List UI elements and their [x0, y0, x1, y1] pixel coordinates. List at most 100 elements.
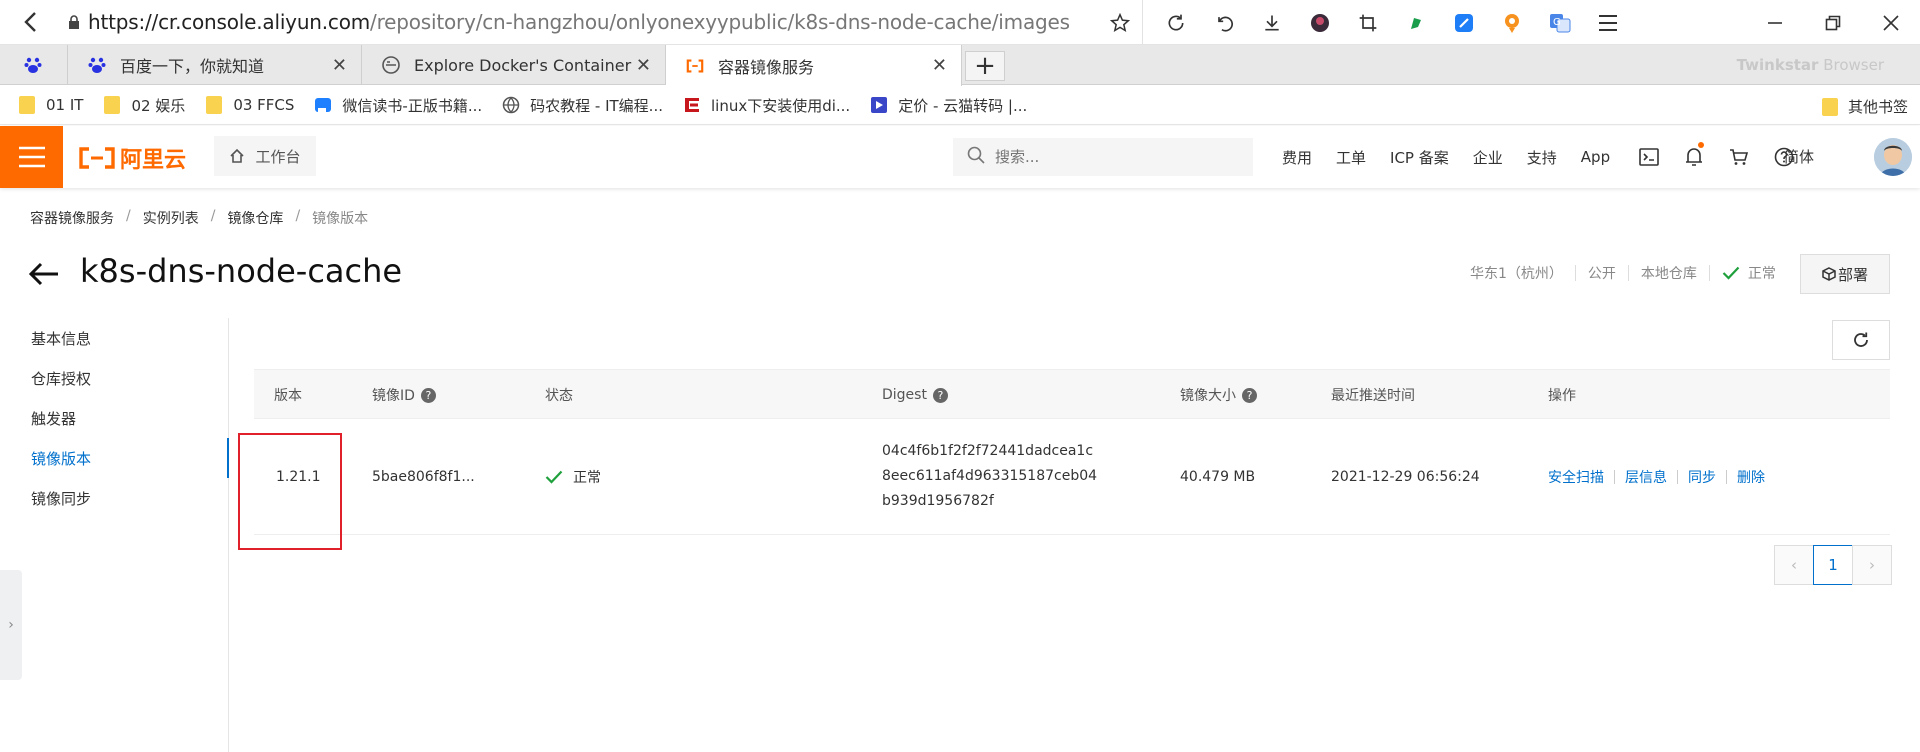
- breadcrumb-item[interactable]: 镜像仓库: [227, 208, 283, 228]
- close-tab-icon[interactable]: ✕: [636, 55, 651, 76]
- deploy-label: 部署: [1837, 265, 1868, 284]
- tab-docker[interactable]: Explore Docker's Container I ✕: [362, 45, 666, 85]
- bookmark-item[interactable]: 码农教程 - IT编程...: [502, 95, 663, 116]
- bookmark-label: 03 FFCS: [233, 96, 295, 114]
- star-icon[interactable]: [1105, 8, 1135, 38]
- close-tab-icon[interactable]: ✕: [332, 55, 347, 76]
- header-label: Digest: [882, 387, 927, 403]
- cell-pushed: 2021-12-29 06:56:24: [1331, 469, 1480, 485]
- bookmark-item[interactable]: 定价 - 云猫转码 |...: [870, 95, 1027, 116]
- hamburger-menu-button[interactable]: [0, 126, 63, 188]
- minimize-icon[interactable]: [1746, 0, 1804, 45]
- globe-icon: [502, 96, 520, 114]
- breadcrumb-item[interactable]: 容器镜像服务: [30, 208, 114, 228]
- delete-link[interactable]: 删除: [1737, 467, 1765, 487]
- menu-icon[interactable]: [1584, 0, 1632, 45]
- url-field[interactable]: https://cr.console.aliyun.com/repository…: [88, 10, 1108, 34]
- flag-extension-icon[interactable]: [1392, 0, 1440, 45]
- nav-link-enterprise[interactable]: 企业: [1473, 147, 1503, 168]
- note-extension-icon[interactable]: [1440, 0, 1488, 45]
- translate-icon[interactable]: G: [1536, 0, 1584, 45]
- table-header: 版本 镜像ID? 状态 Digest? 镜像大小? 最近推送时间 操作: [254, 369, 1890, 419]
- close-window-icon[interactable]: [1862, 0, 1920, 45]
- sidebar-item-trigger[interactable]: 触发器: [0, 398, 228, 438]
- workbench-label: 工作台: [255, 147, 301, 166]
- bell-icon[interactable]: [1671, 126, 1716, 188]
- nav-link-ticket[interactable]: 工单: [1336, 147, 1366, 168]
- sidebar-item-basic-info[interactable]: 基本信息: [0, 318, 228, 358]
- aliyun-logo[interactable]: 阿里云: [78, 142, 186, 174]
- location-extension-icon[interactable]: [1488, 0, 1536, 45]
- back-arrow-icon[interactable]: [28, 256, 64, 292]
- bookmark-item[interactable]: 微信读书-正版书籍...: [314, 95, 482, 116]
- breadcrumb: 容器镜像服务 / 实例列表 / 镜像仓库 / 镜像版本: [30, 208, 368, 228]
- divider: [1614, 470, 1615, 484]
- sidebar-item-image-versions[interactable]: 镜像版本: [0, 438, 229, 478]
- search-box[interactable]: [953, 138, 1253, 176]
- restore-icon[interactable]: [1804, 0, 1862, 45]
- repo-type-label: 本地仓库: [1640, 266, 1697, 282]
- folder-icon: [1821, 97, 1838, 116]
- close-tab-icon[interactable]: ✕: [932, 55, 947, 76]
- sync-link[interactable]: 同步: [1688, 467, 1716, 487]
- tab-baidu-pinned[interactable]: [0, 45, 68, 85]
- cube-icon: [1822, 267, 1836, 281]
- next-page-button[interactable]: ›: [1852, 545, 1892, 585]
- help-icon[interactable]: ?: [1242, 387, 1257, 403]
- bookmarks-bar: 01 IT 02 娱乐 03 FFCS 微信读书-正版书籍... 码农教程 - …: [0, 86, 1920, 125]
- sidebar-item-authorization[interactable]: 仓库授权: [0, 358, 228, 398]
- visibility-label: 公开: [1587, 266, 1616, 282]
- collapse-handle[interactable]: ›: [0, 570, 22, 680]
- search-input[interactable]: [995, 148, 1235, 166]
- breadcrumb-separator: /: [210, 208, 216, 224]
- nav-link-support[interactable]: 支持: [1527, 147, 1557, 168]
- cart-icon[interactable]: [1716, 126, 1761, 188]
- tab-baidu[interactable]: 百度一下，你就知道 ✕: [68, 45, 362, 85]
- back-button[interactable]: [0, 0, 60, 45]
- bookmark-item[interactable]: 03 FFCS: [205, 96, 294, 114]
- folder-icon: [103, 96, 121, 114]
- language-switch[interactable]: 简体: [1784, 146, 1814, 167]
- header-label: 镜像ID: [372, 388, 415, 404]
- crop-icon[interactable]: [1344, 0, 1392, 45]
- image-version-table: 版本 镜像ID? 状态 Digest? 镜像大小? 最近推送时间 操作 1.21…: [254, 369, 1890, 535]
- terminal-icon[interactable]: [1626, 126, 1671, 188]
- sidebar-item-image-sync[interactable]: 镜像同步: [0, 478, 228, 518]
- workbench-button[interactable]: 工作台: [214, 136, 316, 176]
- nav-link-billing[interactable]: 费用: [1282, 147, 1312, 168]
- nav-link-app[interactable]: App: [1581, 148, 1610, 166]
- bookmark-label: 微信读书-正版书籍...: [342, 96, 483, 115]
- bookmark-item[interactable]: 01 IT: [18, 96, 83, 114]
- download-icon[interactable]: [1248, 0, 1296, 45]
- bookmark-label: 定价 - 云猫转码 |...: [898, 96, 1028, 115]
- page-number-button[interactable]: 1: [1813, 545, 1853, 585]
- cell-status: 正常: [545, 419, 601, 535]
- status-badge: 正常: [1722, 263, 1776, 283]
- header-digest: Digest?: [882, 370, 948, 420]
- refresh-icon[interactable]: [1152, 0, 1200, 45]
- cell-image-id: 5bae806f8f1...: [372, 469, 475, 485]
- other-bookmarks[interactable]: 其他书签: [1821, 96, 1908, 117]
- prev-page-button[interactable]: ‹: [1774, 545, 1814, 585]
- breadcrumb-current: 镜像版本: [312, 211, 369, 227]
- digest-line: b939d1956782f: [882, 493, 994, 509]
- bookmark-item[interactable]: linux下安装使用di...: [683, 95, 850, 116]
- tab-aliyun[interactable]: 容器镜像服务 ✕: [666, 45, 962, 86]
- baidu-paw-icon: [24, 56, 42, 74]
- breadcrumb-item[interactable]: 实例列表: [143, 208, 199, 228]
- refresh-button[interactable]: [1832, 320, 1890, 360]
- sidebar-item-label: 触发器: [31, 409, 77, 428]
- bookmark-item[interactable]: 02 娱乐: [103, 95, 185, 116]
- nav-link-icp[interactable]: ICP 备案: [1390, 147, 1449, 168]
- deploy-button[interactable]: 部署: [1800, 254, 1890, 294]
- layer-info-link[interactable]: 层信息: [1625, 467, 1667, 487]
- chevron-right-icon: ›: [1869, 556, 1875, 574]
- help-icon[interactable]: ?: [420, 387, 436, 403]
- undo-icon[interactable]: [1200, 0, 1248, 45]
- new-tab-button[interactable]: +: [965, 51, 1005, 81]
- help-icon[interactable]: ?: [932, 387, 948, 403]
- extension-avatar-icon[interactable]: [1296, 0, 1344, 45]
- security-scan-link[interactable]: 安全扫描: [1548, 467, 1604, 487]
- avatar[interactable]: [1874, 138, 1912, 176]
- url-host: https://cr.console.aliyun.com: [88, 10, 371, 34]
